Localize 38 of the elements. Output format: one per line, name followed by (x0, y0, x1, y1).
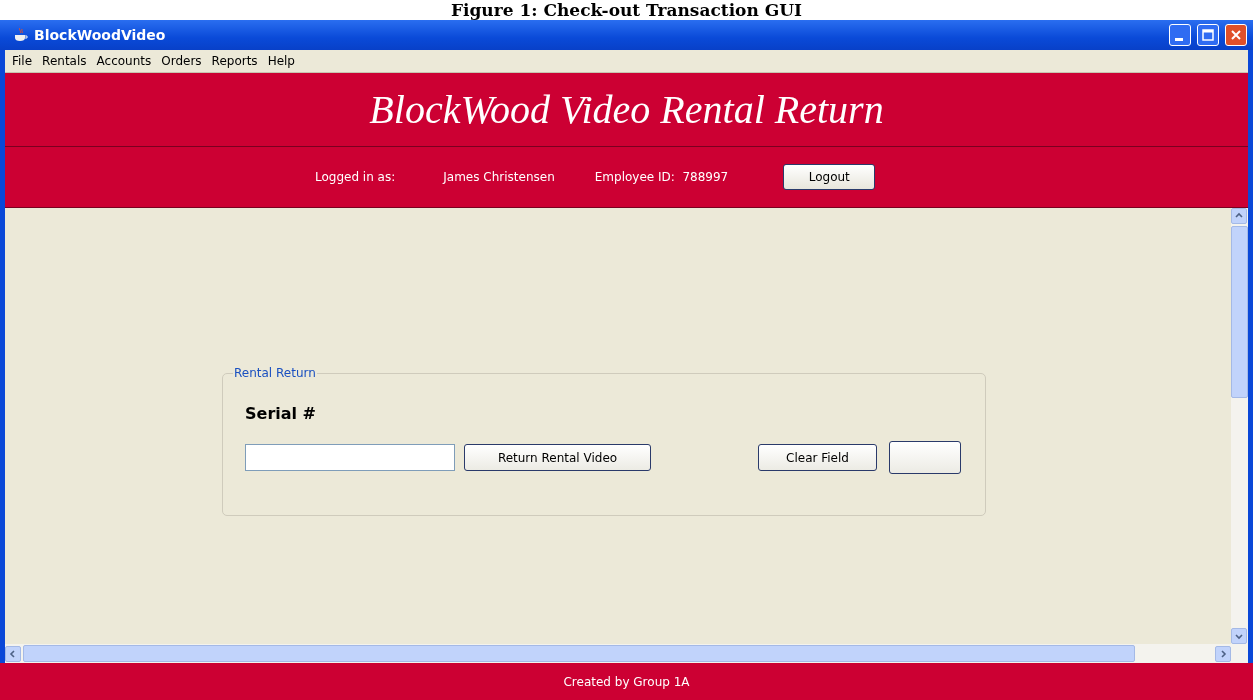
scroll-left-button[interactable] (5, 645, 21, 662)
horizontal-scroll-thumb[interactable] (23, 645, 1135, 662)
banner-title: BlockWood Video Rental Return (369, 86, 884, 133)
clear-field-button[interactable]: Clear Field (758, 444, 877, 471)
vertical-scroll-thumb[interactable] (1231, 226, 1248, 398)
coffee-cup-icon (14, 27, 28, 43)
vertical-scrollbar[interactable] (1231, 208, 1248, 663)
scroll-up-button[interactable] (1231, 208, 1247, 224)
minimize-button[interactable] (1169, 24, 1191, 46)
chevron-icon (1235, 632, 1243, 640)
employee-id: Employee ID: 788997 (594, 170, 729, 184)
panel-legend: Rental Return (233, 366, 317, 380)
window-title: BlockWoodVideo (34, 27, 167, 43)
user-name: James Christensen (443, 170, 555, 184)
maximize-icon (1202, 29, 1214, 41)
menu-item[interactable]: Orders (156, 52, 207, 70)
blank-button[interactable] (889, 441, 961, 474)
menu-item[interactable]: Help (262, 52, 300, 70)
close-icon (1230, 29, 1242, 41)
horizontal-scrollbar[interactable] (5, 644, 1231, 663)
chevron-icon (9, 649, 17, 658)
figure-caption: Figure 1: Check-out Transaction GUI (450, 0, 803, 20)
serial-field[interactable] (245, 444, 455, 471)
menu-item[interactable]: Accounts (91, 52, 157, 70)
menu-item[interactable]: Reports (206, 52, 263, 70)
chevron-icon (1235, 212, 1243, 220)
minimize-icon (1175, 37, 1183, 41)
return-rental-button[interactable]: Return Rental Video (464, 444, 651, 471)
maximize-button[interactable] (1197, 24, 1219, 46)
logged-in-label: Logged in as: (315, 170, 396, 184)
scroll-down-button[interactable] (1231, 628, 1247, 644)
menu-item[interactable]: File (7, 52, 38, 70)
logout-button[interactable]: Logout (783, 164, 876, 190)
menu-item[interactable]: Rentals (37, 52, 92, 70)
serial-label: Serial # (245, 404, 316, 423)
scroll-right-button[interactable] (1215, 645, 1231, 662)
footer-text: Created by Group 1A (563, 674, 690, 689)
close-button[interactable] (1225, 24, 1247, 46)
